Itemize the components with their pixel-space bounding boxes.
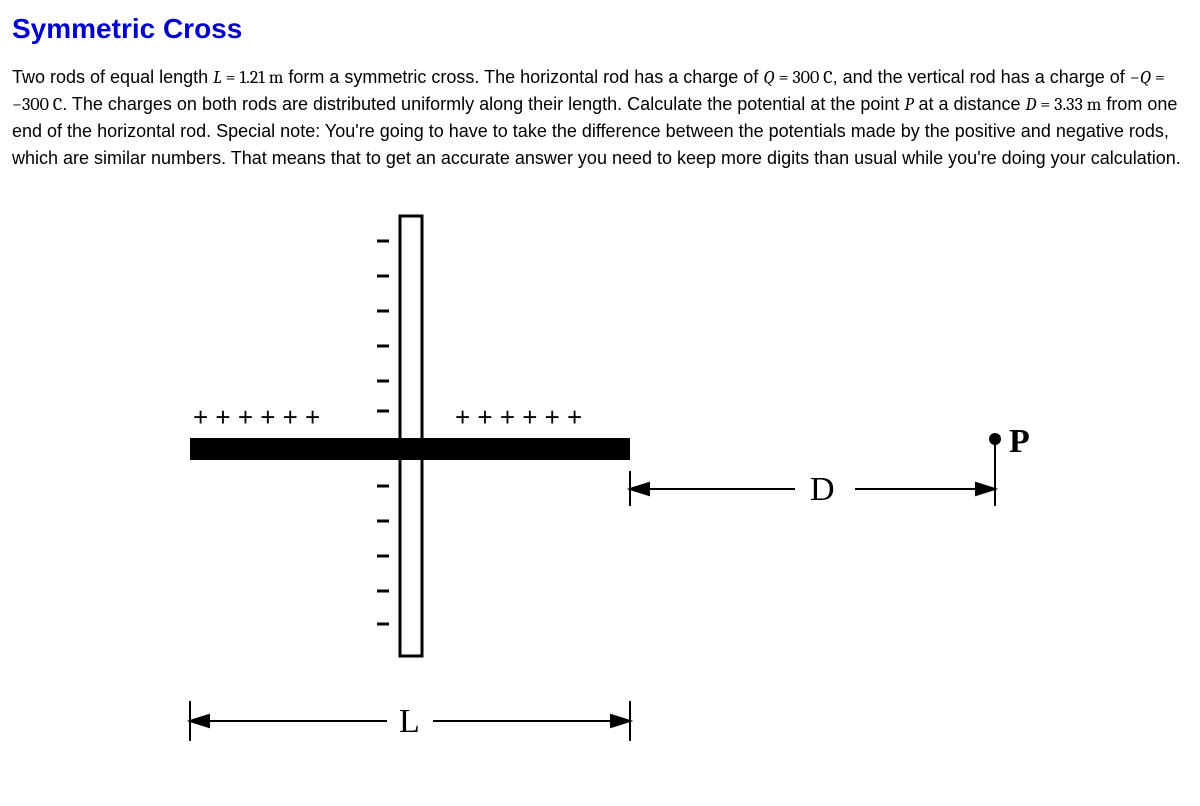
text-segment: Two rods of equal length — [12, 67, 213, 87]
minus-signs-bottom — [377, 486, 389, 624]
text-segment: , and the vertical rod has a charge of — [833, 67, 1130, 87]
label-L: L — [399, 703, 420, 740]
plus-signs-left: + + + + + + — [193, 402, 320, 432]
math-D: D — [1026, 94, 1037, 115]
plus-signs-right: + + + + + + — [455, 402, 582, 432]
math-negQ: Q — [1140, 67, 1151, 88]
math-negQ-lhs: − — [1130, 67, 1140, 88]
text-segment: . The charges on both rods are distribut… — [62, 94, 904, 114]
math-L-val: = 1.21 m — [222, 67, 284, 88]
math-D-val: = 3.33 m — [1036, 94, 1101, 115]
horizontal-rod — [190, 438, 630, 460]
text-segment: form a symmetric cross. The horizontal r… — [283, 67, 763, 87]
label-D: D — [810, 471, 835, 508]
page-title: Symmetric Cross — [12, 8, 1188, 50]
minus-signs-top — [377, 241, 389, 411]
label-P: P — [1009, 423, 1030, 460]
diagram-container: + + + + + + + + + + + + P D L — [12, 186, 1188, 766]
cross-diagram: + + + + + + + + + + + + P D L — [155, 186, 1045, 766]
problem-statement: Two rods of equal length L = 1.21 m form… — [12, 64, 1188, 172]
vertical-rod — [400, 216, 422, 656]
math-Q-val: = 300 C — [774, 67, 832, 88]
math-L: L — [213, 67, 222, 88]
text-segment: at a distance — [913, 94, 1025, 114]
math-Q: Q — [763, 67, 774, 88]
